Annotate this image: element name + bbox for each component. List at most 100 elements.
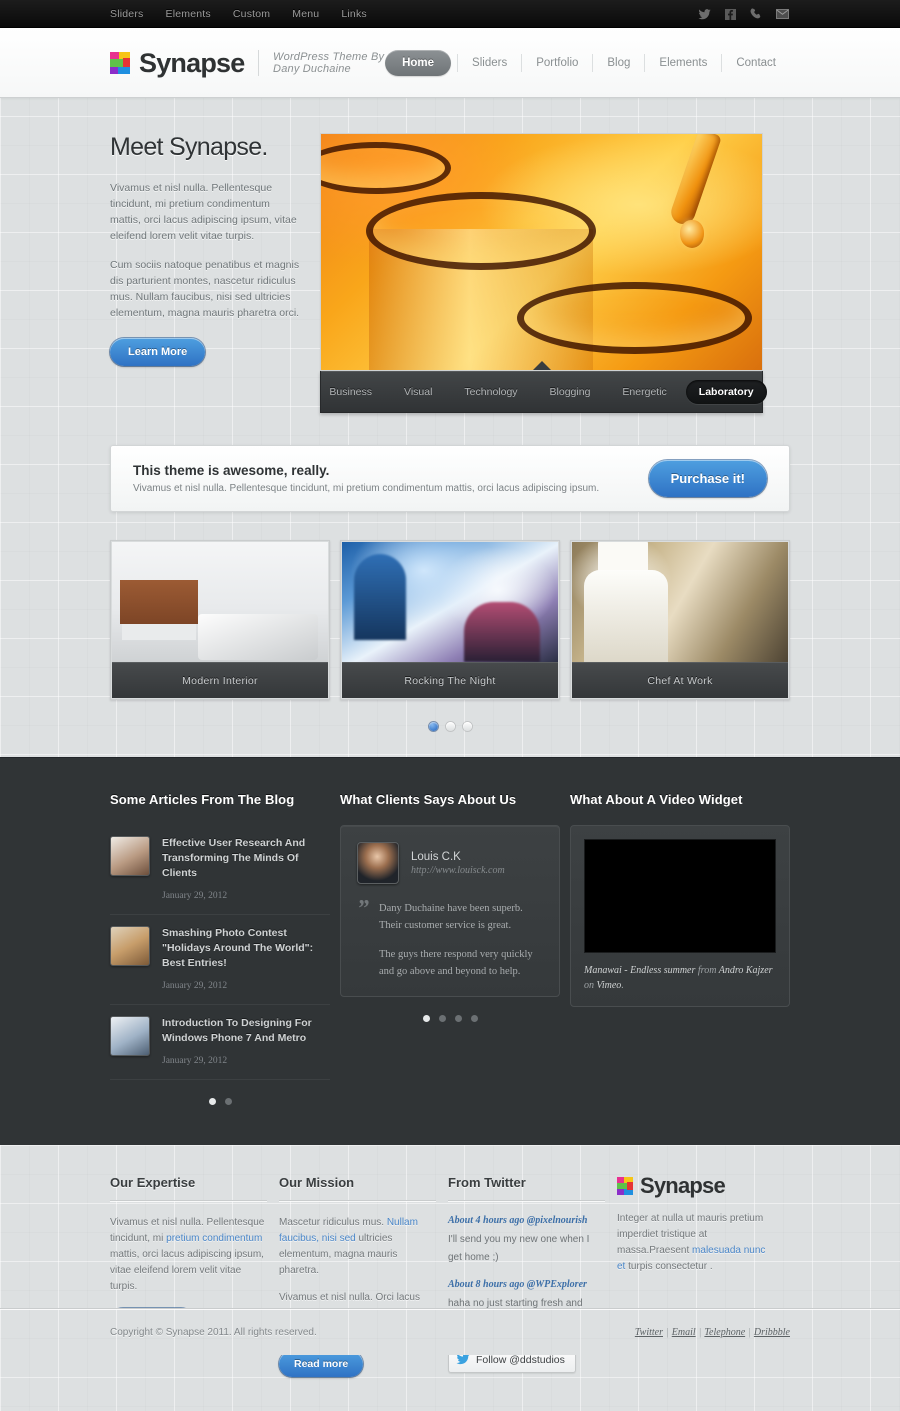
testimonial-pager-dot-3[interactable]	[454, 1015, 462, 1022]
tweet-meta[interactable]: About 8 hours ago @WPExplorer	[448, 1279, 605, 1290]
top-nav: Sliders Elements Custom Menu Links	[110, 8, 367, 20]
expertise-inline-link[interactable]: pretium condimentum	[166, 1233, 262, 1244]
footer-widget-text: Mascetur ridiculus mus. Nullam faucibus,…	[279, 1215, 436, 1279]
list-item[interactable]: Smashing Photo Contest "Holidays Around …	[110, 915, 330, 1005]
nav-item-elements[interactable]: Elements	[644, 54, 721, 72]
portfolio-pager-dot-3[interactable]	[462, 722, 472, 731]
testimonial-url[interactable]: http://www.louisck.com	[411, 865, 505, 876]
article-date: January 29, 2012	[162, 981, 228, 991]
site-brand[interactable]: Synapse	[110, 49, 245, 77]
facebook-icon[interactable]	[722, 7, 738, 22]
article-title[interactable]: Effective User Research And Transforming…	[162, 836, 330, 881]
article-date: January 29, 2012	[162, 891, 228, 901]
footer-logo-text: Synapse	[640, 1173, 726, 1198]
email-icon[interactable]	[774, 7, 790, 22]
footer-link-twitter[interactable]: Twitter	[635, 1327, 663, 1338]
dropper-decor	[668, 134, 722, 228]
callout-text-group: This theme is awesome, really. Vivamus e…	[133, 463, 599, 494]
testimonial-card: Louis C.K http://www.louisck.com ” Dany …	[340, 825, 560, 997]
blog-pager-dot-1[interactable]	[208, 1098, 216, 1105]
phone-icon[interactable]	[748, 7, 764, 22]
blog-widget-title: Some Articles From The Blog	[110, 792, 295, 807]
slider-pointer-arrow	[532, 361, 551, 370]
callout-section: This theme is awesome, really. Vivamus e…	[0, 413, 900, 512]
blog-widget-column: Some Articles From The Blog Effective Us…	[110, 792, 330, 1105]
site-tagline: WordPress Theme By Dany Duchaine	[273, 51, 385, 75]
footer-link-separator: |	[698, 1326, 702, 1338]
footer-link-email[interactable]: Email	[672, 1327, 696, 1338]
testimonial-pager-dot-1[interactable]	[422, 1015, 430, 1022]
video-caption-title[interactable]: Manawai - Endless summer	[584, 965, 695, 976]
top-nav-item-menu[interactable]: Menu	[292, 8, 319, 20]
slider-tab-bar: Business Visual Technology Blogging Ener…	[320, 371, 767, 413]
top-nav-item-links[interactable]: Links	[341, 8, 367, 20]
list-item[interactable]: Introduction To Designing For Windows Ph…	[110, 1005, 330, 1080]
video-caption-from: from	[695, 965, 719, 976]
top-nav-item-elements[interactable]: Elements	[166, 8, 211, 20]
portfolio-image-chef-at-work	[572, 542, 788, 662]
purchase-button[interactable]: Purchase it!	[648, 460, 767, 497]
learn-more-button[interactable]: Learn More	[110, 338, 206, 366]
video-widget-column: What About A Video Widget Manawai - Endl…	[570, 792, 790, 1105]
footer-widget-title: From Twitter	[448, 1175, 526, 1190]
nav-item-portfolio[interactable]: Portfolio	[521, 54, 592, 72]
video-caption-on: on	[584, 980, 597, 991]
divider	[110, 1200, 267, 1201]
slider-tab-energetic[interactable]: Energetic	[609, 380, 679, 404]
video-caption-site[interactable]: Vimeo	[597, 980, 622, 991]
slider-tab-blogging[interactable]: Blogging	[537, 380, 604, 404]
brand-divider	[258, 50, 260, 76]
video-widget-title: What About A Video Widget	[570, 792, 743, 807]
portfolio-item[interactable]: Rocking The Night	[340, 540, 560, 700]
footer-link-telephone[interactable]: Telephone	[704, 1327, 745, 1338]
hero-slider: Business Visual Technology Blogging Ener…	[320, 133, 767, 413]
portfolio-section: Modern Interior Rocking The Night Chef A…	[0, 512, 900, 757]
twitter-icon[interactable]	[696, 7, 712, 22]
slider-tab-visual[interactable]: Visual	[391, 380, 445, 404]
article-title[interactable]: Smashing Photo Contest "Holidays Around …	[162, 926, 330, 971]
portfolio-pager-dot-1[interactable]	[428, 722, 438, 731]
tweet-text: I'll send you my new one when I get home…	[448, 1234, 590, 1263]
nav-item-home[interactable]: Home	[385, 50, 452, 76]
testimonial-pager-dot-2[interactable]	[438, 1015, 446, 1022]
nav-item-contact[interactable]: Contact	[721, 54, 790, 72]
portfolio-item[interactable]: Modern Interior	[110, 540, 330, 700]
beaker-front-decor	[517, 282, 752, 354]
slider-tab-laboratory[interactable]: Laboratory	[685, 379, 767, 404]
footer-link-dribbble[interactable]: Dribbble	[754, 1327, 790, 1338]
top-nav-item-custom[interactable]: Custom	[233, 8, 270, 20]
beaker-main-decor	[366, 192, 596, 270]
footer-link-separator: |	[666, 1326, 669, 1338]
testimonial-paragraph-1: Dany Duchaine have been superb. Their cu…	[379, 903, 523, 931]
video-caption-author[interactable]: Andro Kajzer	[719, 965, 773, 976]
beaker-back-decor	[321, 142, 451, 194]
expertise-text-b: mattis, orci lacus adipiscing ipsum, vit…	[110, 1249, 264, 1292]
video-player[interactable]	[584, 839, 776, 953]
hero-paragraph-2: Cum sociis natoque penatibus et magnis d…	[110, 259, 300, 319]
slider-image[interactable]	[320, 133, 763, 371]
slider-tab-technology[interactable]: Technology	[451, 380, 530, 404]
brand-text-b: turpis consectetur .	[625, 1261, 713, 1272]
footer-brand[interactable]: Synapse	[617, 1175, 774, 1197]
droplet-decor	[680, 220, 704, 248]
top-nav-item-sliders[interactable]: Sliders	[110, 8, 144, 20]
testimonial-pager-dot-4[interactable]	[470, 1015, 478, 1022]
hero-section: Meet Synapse. Vivamus et nisl nulla. Pel…	[0, 98, 900, 413]
list-item[interactable]: Effective User Research And Transforming…	[110, 825, 330, 915]
portfolio-item[interactable]: Chef At Work	[570, 540, 790, 700]
testimonial-author: Louis C.K	[411, 850, 461, 863]
slider-tab-business[interactable]: Business	[316, 380, 385, 404]
portfolio-image-rocking-the-night	[342, 542, 558, 662]
article-title[interactable]: Introduction To Designing For Windows Ph…	[162, 1016, 330, 1046]
testimonial-widget-title: What Clients Says About Us	[340, 792, 517, 807]
portfolio-caption: Chef At Work	[572, 662, 788, 698]
nav-item-sliders[interactable]: Sliders	[457, 54, 521, 72]
testimonial-identity: Louis C.K http://www.louisck.com	[411, 851, 505, 876]
divider	[448, 1200, 605, 1201]
blog-pager-dot-2[interactable]	[224, 1098, 232, 1105]
testimonial-pager	[340, 997, 560, 1022]
portfolio-pager-dot-2[interactable]	[445, 722, 455, 731]
tweet-meta[interactable]: About 4 hours ago @pixelnourish	[448, 1215, 605, 1226]
footer-bottom-bar: Copyright © Synapse 2011. All rights res…	[0, 1308, 900, 1355]
nav-item-blog[interactable]: Blog	[592, 54, 644, 72]
